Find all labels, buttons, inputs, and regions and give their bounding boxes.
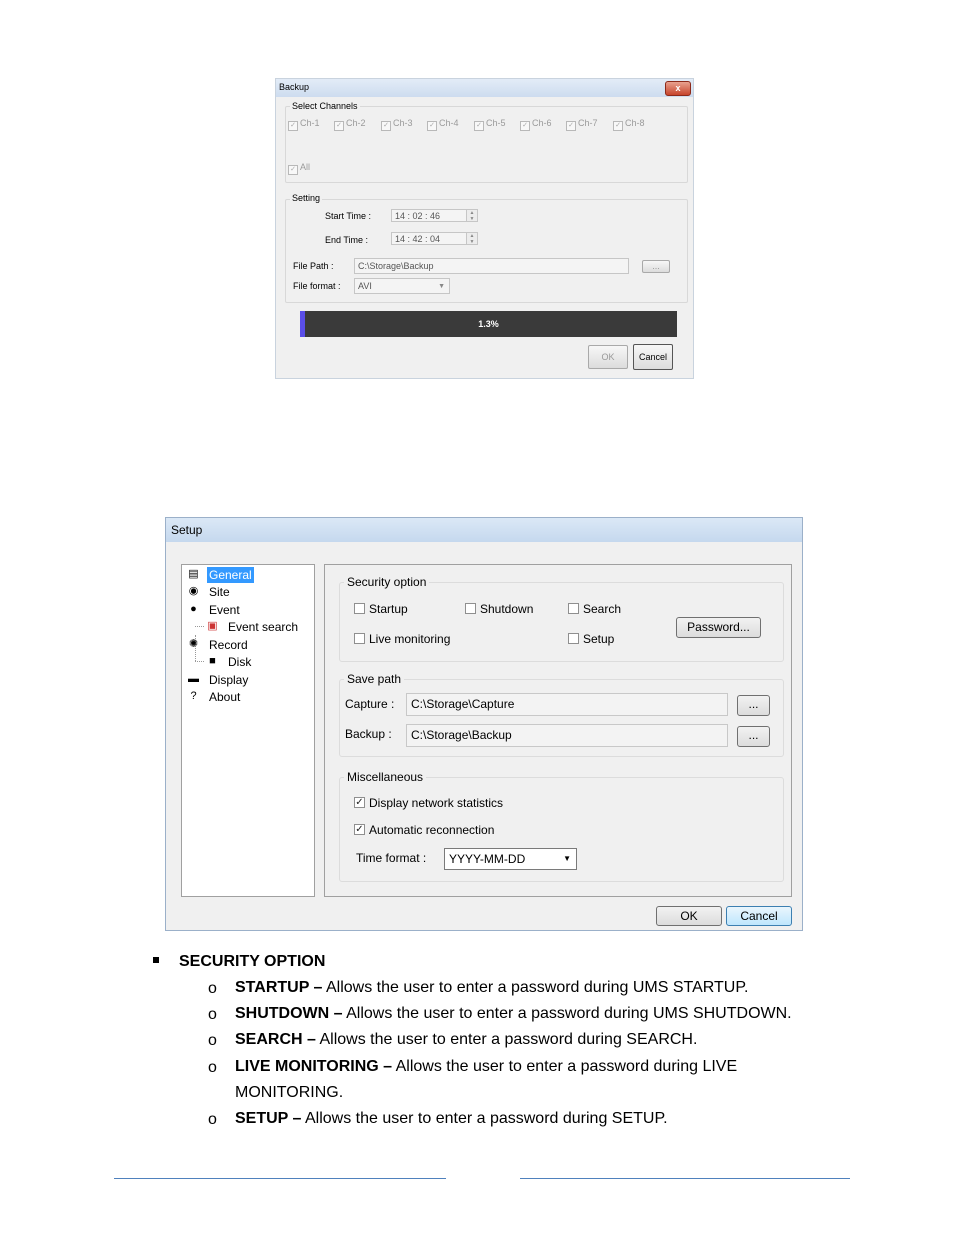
- time-format-select[interactable]: YYYY-MM-DD ▼: [444, 848, 577, 870]
- tree-connector: [195, 661, 204, 662]
- backup-title: Backup: [279, 82, 310, 92]
- start-time-spinner[interactable]: ▲ ▼: [466, 209, 478, 222]
- backup-path-input[interactable]: C:\Storage\Backup: [406, 724, 728, 747]
- footer-rule-right: [520, 1178, 850, 1179]
- setup-tree: ▤ General ◉ Site ● Event ▣ Event search …: [181, 564, 315, 897]
- site-icon: ◉: [188, 585, 199, 597]
- list-item: STARTUP – Allows the user to enter a pas…: [235, 979, 749, 996]
- capture-path-input[interactable]: C:\Storage\Capture: [406, 693, 728, 716]
- password-button[interactable]: Password...: [676, 617, 761, 638]
- backup-browse-button[interactable]: ...: [737, 726, 770, 747]
- file-path-label: File Path :: [293, 261, 334, 271]
- file-path-input[interactable]: C:\Storage\Backup: [354, 258, 629, 274]
- backup-dialog: Backup x Select Channels ✓ Ch-1 ✓ Ch-2 ✓ Ch…: [275, 78, 694, 379]
- list-item: LIVE MONITORING – Allows the user to ent…: [235, 1058, 738, 1075]
- section-heading: SECURITY OPTION: [179, 953, 326, 970]
- bomb-icon: ●: [190, 603, 197, 615]
- backup-title-bar: Backup x: [276, 79, 693, 97]
- general-settings-panel: Security option Startup Shutdown Search …: [324, 564, 792, 897]
- list-item: SETUP – Allows the user to enter a passw…: [235, 1110, 668, 1127]
- start-time-input[interactable]: 14 : 02 : 46: [391, 209, 467, 222]
- list-bullet: o: [208, 980, 217, 997]
- all-channels-checkbox[interactable]: ✓ All: [288, 162, 310, 175]
- backup-cancel-button[interactable]: Cancel: [633, 344, 673, 370]
- event-search-icon: ▣: [207, 620, 218, 632]
- record-icon: ✺: [188, 638, 199, 650]
- list-item-continuation: MONITORING.: [235, 1084, 344, 1101]
- channel-4-checkbox[interactable]: ✓ Ch-4: [427, 118, 459, 131]
- square-bullet-icon: [153, 957, 159, 963]
- miscellaneous-title: Miscellaneous: [344, 770, 427, 784]
- channel-7-checkbox[interactable]: ✓ Ch-7: [566, 118, 598, 131]
- channel-3-checkbox[interactable]: ✓ Ch-3: [381, 118, 413, 131]
- channel-6-checkbox[interactable]: ✓ Ch-6: [520, 118, 552, 131]
- file-format-label: File format :: [293, 281, 341, 291]
- end-time-input[interactable]: 14 : 42 : 04: [391, 232, 467, 245]
- disk-icon: ■: [209, 655, 216, 667]
- channel-1-checkbox[interactable]: ✓ Ch-1: [288, 118, 320, 131]
- backup-progress-bar: 1.3%: [300, 311, 677, 337]
- file-format-select[interactable]: AVI ▼: [354, 278, 450, 294]
- chevron-down-icon: ▼: [563, 854, 571, 863]
- select-channels-title: Select Channels: [290, 101, 360, 111]
- security-option-title: Security option: [344, 575, 430, 589]
- setup-cancel-button[interactable]: Cancel: [726, 906, 792, 926]
- setup-ok-button[interactable]: OK: [656, 906, 722, 926]
- backup-progress-text: 1.3%: [478, 319, 499, 329]
- setup-dialog: Setup ▤ General ◉ Site ● Event ▣ Event s…: [165, 517, 803, 931]
- general-icon: ▤: [188, 568, 199, 580]
- end-time-spinner[interactable]: ▲ ▼: [466, 232, 478, 245]
- list-item: SEARCH – Allows the user to enter a pass…: [235, 1031, 698, 1048]
- setup-title-bar: Setup: [166, 518, 802, 542]
- footer-rule-left: [114, 1178, 446, 1179]
- tree-connector: [195, 626, 204, 627]
- question-icon: ?: [190, 690, 197, 702]
- list-bullet: o: [208, 1059, 217, 1076]
- channel-2-checkbox[interactable]: ✓ Ch-2: [334, 118, 366, 131]
- list-bullet: o: [208, 1006, 217, 1023]
- start-time-label: Start Time :: [325, 211, 372, 221]
- end-time-label: End Time :: [325, 235, 369, 245]
- save-path-title: Save path: [344, 672, 405, 686]
- tree-connector: [195, 652, 196, 661]
- file-path-browse-button[interactable]: ...: [642, 260, 670, 273]
- display-icon: ▬: [188, 673, 199, 685]
- capture-label: Capture :: [345, 697, 395, 711]
- channel-8-checkbox[interactable]: ✓ Ch-8: [613, 118, 645, 131]
- channel-5-checkbox[interactable]: ✓ Ch-5: [474, 118, 506, 131]
- list-bullet: o: [208, 1111, 217, 1128]
- time-format-label: Time format :: [356, 851, 427, 865]
- backup-ok-button[interactable]: OK: [588, 345, 628, 369]
- setting-title: Setting: [290, 193, 323, 203]
- backup-label: Backup :: [345, 727, 392, 741]
- list-bullet: o: [208, 1032, 217, 1049]
- list-item: SHUTDOWN – Allows the user to enter a pa…: [235, 1005, 792, 1022]
- setup-title: Setup: [171, 523, 203, 537]
- capture-browse-button[interactable]: ...: [737, 695, 770, 716]
- chevron-down-icon: ▼: [438, 283, 445, 290]
- close-icon[interactable]: x: [665, 81, 691, 96]
